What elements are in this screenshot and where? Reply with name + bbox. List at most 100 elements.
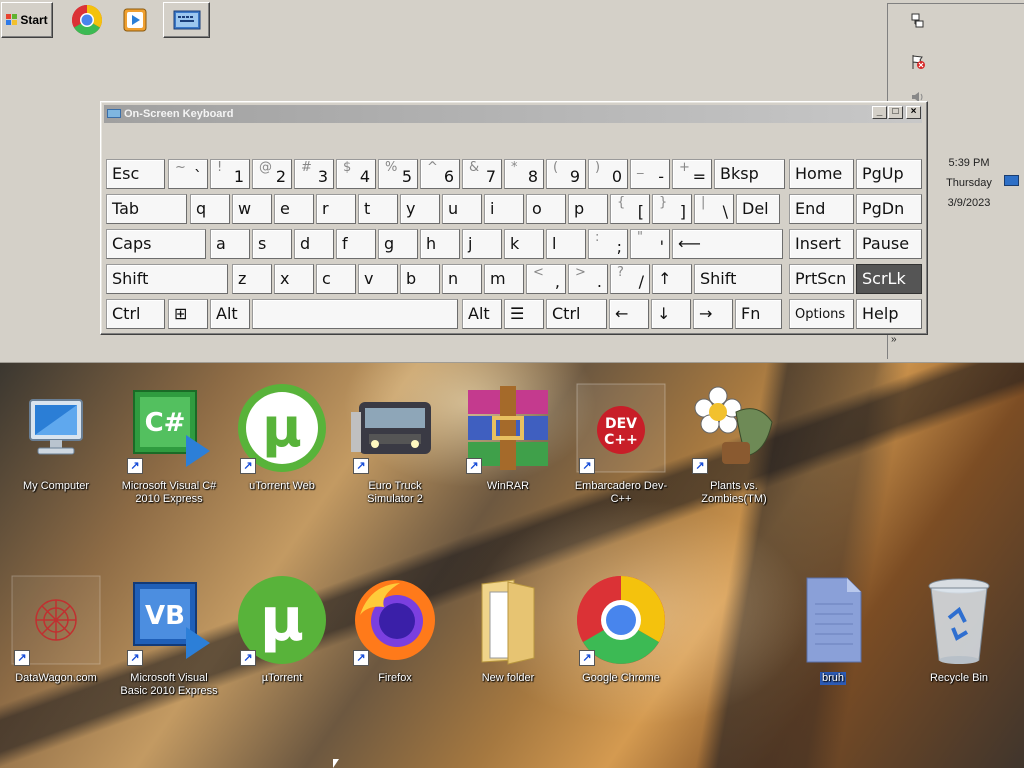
- key-symbol-13[interactable]: | \: [694, 194, 734, 224]
- key-x[interactable]: x: [274, 264, 314, 294]
- key-j[interactable]: j: [462, 229, 502, 259]
- key-g[interactable]: g: [378, 229, 418, 259]
- key-del[interactable]: Del: [736, 194, 780, 224]
- desktop-icon-winrar[interactable]: ↗ WinRAR: [458, 380, 558, 494]
- key-digit-0[interactable]: ) 0: [588, 159, 628, 189]
- key-r[interactable]: r: [316, 194, 356, 224]
- key-h[interactable]: h: [420, 229, 460, 259]
- key-c[interactable]: c: [316, 264, 356, 294]
- key-caps[interactable]: Caps: [106, 229, 206, 259]
- restore-button[interactable]: □: [888, 106, 903, 119]
- media-player-quicklaunch[interactable]: [115, 2, 155, 38]
- key-i[interactable]: i: [484, 194, 524, 224]
- key-digit-9[interactable]: (9: [546, 159, 586, 189]
- key-symbol-8[interactable]: <,: [526, 264, 566, 294]
- desktop-icon-new-folder[interactable]: New folder: [458, 572, 558, 686]
- key-s[interactable]: s: [252, 229, 292, 259]
- key-options[interactable]: Options: [789, 299, 854, 329]
- desktop[interactable]: My Computer C# ↗ Microsoft Visual C# 2010 E…: [0, 363, 1024, 768]
- key-digit-5[interactable]: % 5: [378, 159, 418, 189]
- key-symbol-11[interactable]: {[: [610, 194, 650, 224]
- key-b[interactable]: b: [400, 264, 440, 294]
- desktop-icon-visual-csharp[interactable]: C# ↗ Microsoft Visual C# 2010 Express: [119, 380, 219, 507]
- key-m[interactable]: m: [484, 264, 524, 294]
- desktop-icon-utorrent-web[interactable]: µ ↗ uTorrent Web: [232, 380, 332, 494]
- key-digit-7[interactable]: & 7: [462, 159, 502, 189]
- key-symbol-10[interactable]: ? /: [610, 264, 650, 294]
- desktop-icon-visual-basic[interactable]: VB ↗ Microsoft Visual Basic 2010 Express: [119, 572, 219, 699]
- key-symbol-12[interactable]: _ -: [630, 159, 670, 189]
- key-pause[interactable]: Pause: [856, 229, 922, 259]
- key-scrlk[interactable]: ScrLk: [856, 264, 922, 294]
- key-shift[interactable]: Shift: [694, 264, 782, 294]
- clock[interactable]: 5:39 PM Thursday 3/9/2023: [938, 153, 1000, 213]
- key-pgdn[interactable]: PgDn: [856, 194, 922, 224]
- on-screen-keyboard-taskbutton[interactable]: [163, 2, 210, 38]
- chrome-quicklaunch[interactable]: [68, 2, 106, 38]
- desktop-icon-my-computer[interactable]: My Computer: [6, 380, 106, 494]
- key-up-arrow[interactable]: ↑: [652, 264, 692, 294]
- key-esc[interactable]: Esc: [106, 159, 165, 189]
- expand-tray-icon[interactable]: »: [891, 334, 897, 345]
- key-symbol-13[interactable]: + =: [672, 159, 712, 189]
- key-o[interactable]: o: [526, 194, 566, 224]
- key-digit-1[interactable]: ! 1: [210, 159, 250, 189]
- desktop-icon-google-chrome[interactable]: ↗ Google Chrome: [571, 572, 671, 686]
- desktop-icon-recycle-bin[interactable]: Recycle Bin: [909, 572, 1009, 686]
- key-right-arrow[interactable]: →: [693, 299, 733, 329]
- key-symbol-9[interactable]: >.: [568, 264, 608, 294]
- key-enter[interactable]: ⟵: [672, 229, 783, 259]
- key-f[interactable]: f: [336, 229, 376, 259]
- key-n[interactable]: n: [442, 264, 482, 294]
- key-fn[interactable]: Fn: [735, 299, 782, 329]
- key-t[interactable]: t: [358, 194, 398, 224]
- key-end[interactable]: End: [789, 194, 854, 224]
- key-digit-8[interactable]: * 8: [504, 159, 544, 189]
- key-ctrl[interactable]: Ctrl: [546, 299, 607, 329]
- key-p[interactable]: p: [568, 194, 608, 224]
- start-button[interactable]: Start: [1, 2, 53, 38]
- key-down-arrow[interactable]: ↓: [651, 299, 691, 329]
- key-alt[interactable]: Alt: [462, 299, 502, 329]
- key-help[interactable]: Help: [856, 299, 922, 329]
- desktop-icon-datawagon[interactable]: ↗ DataWagon.com: [6, 572, 106, 686]
- key-symbol-1[interactable]: ~ `: [168, 159, 208, 189]
- key-insert[interactable]: Insert: [789, 229, 854, 259]
- key-u[interactable]: u: [442, 194, 482, 224]
- key-symbol-10[interactable]: :;: [588, 229, 628, 259]
- key-pgup[interactable]: PgUp: [856, 159, 922, 189]
- key-digit-4[interactable]: $4: [336, 159, 376, 189]
- key-space[interactable]: [252, 299, 458, 329]
- key-q[interactable]: q: [190, 194, 230, 224]
- key-y[interactable]: y: [400, 194, 440, 224]
- key-ctrl[interactable]: Ctrl: [106, 299, 165, 329]
- key-digit-6[interactable]: ^ 6: [420, 159, 460, 189]
- key-prtscn[interactable]: PrtScn: [789, 264, 854, 294]
- key-k[interactable]: k: [504, 229, 544, 259]
- action-center-flag-icon[interactable]: [910, 54, 926, 70]
- key-w[interactable]: w: [232, 194, 272, 224]
- network-icon[interactable]: [910, 13, 926, 29]
- minimize-button[interactable]: _: [872, 106, 887, 119]
- key-l[interactable]: l: [546, 229, 586, 259]
- key-windows[interactable]: ⊞: [168, 299, 208, 329]
- key-menu[interactable]: ☰: [504, 299, 544, 329]
- desktop-icon-euro-truck[interactable]: ↗ Euro Truck Simulator 2: [345, 380, 445, 507]
- key-home[interactable]: Home: [789, 159, 854, 189]
- show-desktop-icon[interactable]: [1004, 175, 1019, 186]
- key-z[interactable]: z: [232, 264, 272, 294]
- on-screen-keyboard-window[interactable]: On-Screen Keyboard _ □ × Esc ~ `! 1 @2 #3 $4% 5…: [100, 101, 928, 335]
- osk-titlebar[interactable]: On-Screen Keyboard: [104, 105, 922, 123]
- key-digit-3[interactable]: #3: [294, 159, 334, 189]
- key-bksp[interactable]: Bksp: [714, 159, 785, 189]
- desktop-icon-dev-cpp[interactable]: DEV C++ ↗ Embarcadero Dev-C++: [571, 380, 671, 507]
- desktop-icon-plants-vs-zombies[interactable]: ↗ Plants vs. Zombies(TM): [684, 380, 784, 507]
- key-digit-2[interactable]: @2: [252, 159, 292, 189]
- key-shift[interactable]: Shift: [106, 264, 228, 294]
- desktop-icon-firefox[interactable]: ↗ Firefox: [345, 572, 445, 686]
- key-left-arrow[interactable]: ←: [609, 299, 649, 329]
- key-d[interactable]: d: [294, 229, 334, 259]
- key-v[interactable]: v: [358, 264, 398, 294]
- close-button[interactable]: ×: [906, 106, 921, 119]
- key-symbol-12[interactable]: }]: [652, 194, 692, 224]
